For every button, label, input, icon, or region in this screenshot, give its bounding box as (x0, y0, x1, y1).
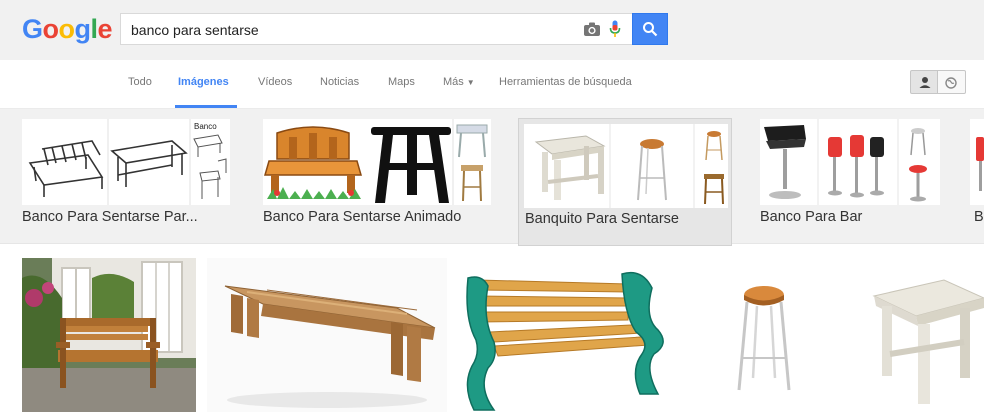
image-result-green-park-bench[interactable] (458, 258, 676, 412)
tab-mas[interactable]: Más ▼ (443, 76, 475, 88)
search-box (120, 13, 636, 46)
search-icon (643, 22, 658, 37)
tab-mas-label: Más (443, 76, 464, 88)
related-card-banco-para-bar[interactable]: Banco Para Bar (760, 119, 940, 249)
image-result-wooden-bench-garden[interactable] (22, 258, 196, 412)
google-logo[interactable]: Google (22, 14, 113, 45)
bar-stool-photo (687, 258, 849, 412)
rustic-wood-bench-photo (207, 258, 447, 412)
tab-maps[interactable]: Maps (388, 76, 415, 88)
related-searches-strip: Banco Banco Para Sentarse Par... Banco P… (0, 109, 984, 246)
tab-herramientas[interactable]: Herramientas de búsqueda (499, 76, 632, 88)
related-card-label: Banco Para Bar (760, 209, 863, 225)
stool-thumbnail (534, 124, 724, 208)
white-stool-photo (860, 258, 984, 412)
logo-letter: g (74, 14, 92, 44)
chevron-down-icon: ▼ (466, 78, 475, 87)
barstool-thumbnail (764, 119, 927, 205)
logo-letter: l (90, 14, 99, 44)
search-button[interactable] (632, 13, 668, 45)
related-card-banco-para-sentarse-par[interactable]: Banco Banco Para Sentarse Par... (22, 119, 232, 249)
wooden-bench-garden-photo (22, 258, 196, 412)
related-thumbnails: Banco (22, 119, 230, 205)
person-icon (919, 77, 931, 88)
globe-filter-button[interactable] (938, 70, 966, 94)
related-card-banco-para-sentarse-animado[interactable]: Banco Para Sentarse Animado (263, 119, 491, 249)
tab-noticias[interactable]: Noticias (320, 76, 359, 88)
related-thumbnails (970, 119, 984, 205)
bench-thumbnail: Banco (28, 119, 227, 205)
related-card-partial[interactable]: B (970, 119, 984, 249)
active-tab-indicator (175, 105, 237, 108)
logo-letter: o (58, 14, 76, 44)
related-thumbnails (760, 119, 940, 205)
logo-letter: G (22, 14, 43, 44)
tab-imagenes[interactable]: Imágenes (178, 76, 229, 88)
bench-thumbnail (263, 119, 488, 205)
logo-letter: o (42, 14, 60, 44)
related-thumbnails (263, 119, 491, 205)
barstool-thumbnail (976, 137, 984, 191)
green-park-bench-photo (458, 258, 676, 412)
mic-icon[interactable] (609, 20, 621, 39)
related-card-label: Banquito Para Sentarse (525, 211, 679, 227)
globe-icon (945, 77, 957, 89)
image-result-bar-stool[interactable] (687, 258, 849, 412)
camera-icon[interactable] (583, 21, 601, 37)
person-filter-button[interactable] (910, 70, 938, 94)
search-tabs: Todo Imágenes Vídeos Noticias Maps Más ▼ … (0, 60, 984, 109)
thumb-text: Banco (194, 122, 217, 131)
header: Google (0, 0, 984, 61)
related-card-label: Banco Para Sentarse Animado (263, 209, 462, 225)
search-input[interactable] (129, 14, 573, 46)
tab-todo[interactable]: Todo (128, 76, 152, 88)
related-card-label: Banco Para Sentarse Par... (22, 209, 198, 225)
image-result-rustic-wood-bench[interactable] (207, 258, 447, 412)
tab-videos[interactable]: Vídeos (258, 76, 292, 88)
related-thumbnails (524, 124, 728, 208)
related-card-banquito-para-sentarse[interactable]: Banquito Para Sentarse (518, 118, 732, 246)
related-card-label: B (974, 209, 984, 225)
logo-letter: e (97, 14, 113, 44)
image-result-white-stool[interactable] (860, 258, 984, 412)
